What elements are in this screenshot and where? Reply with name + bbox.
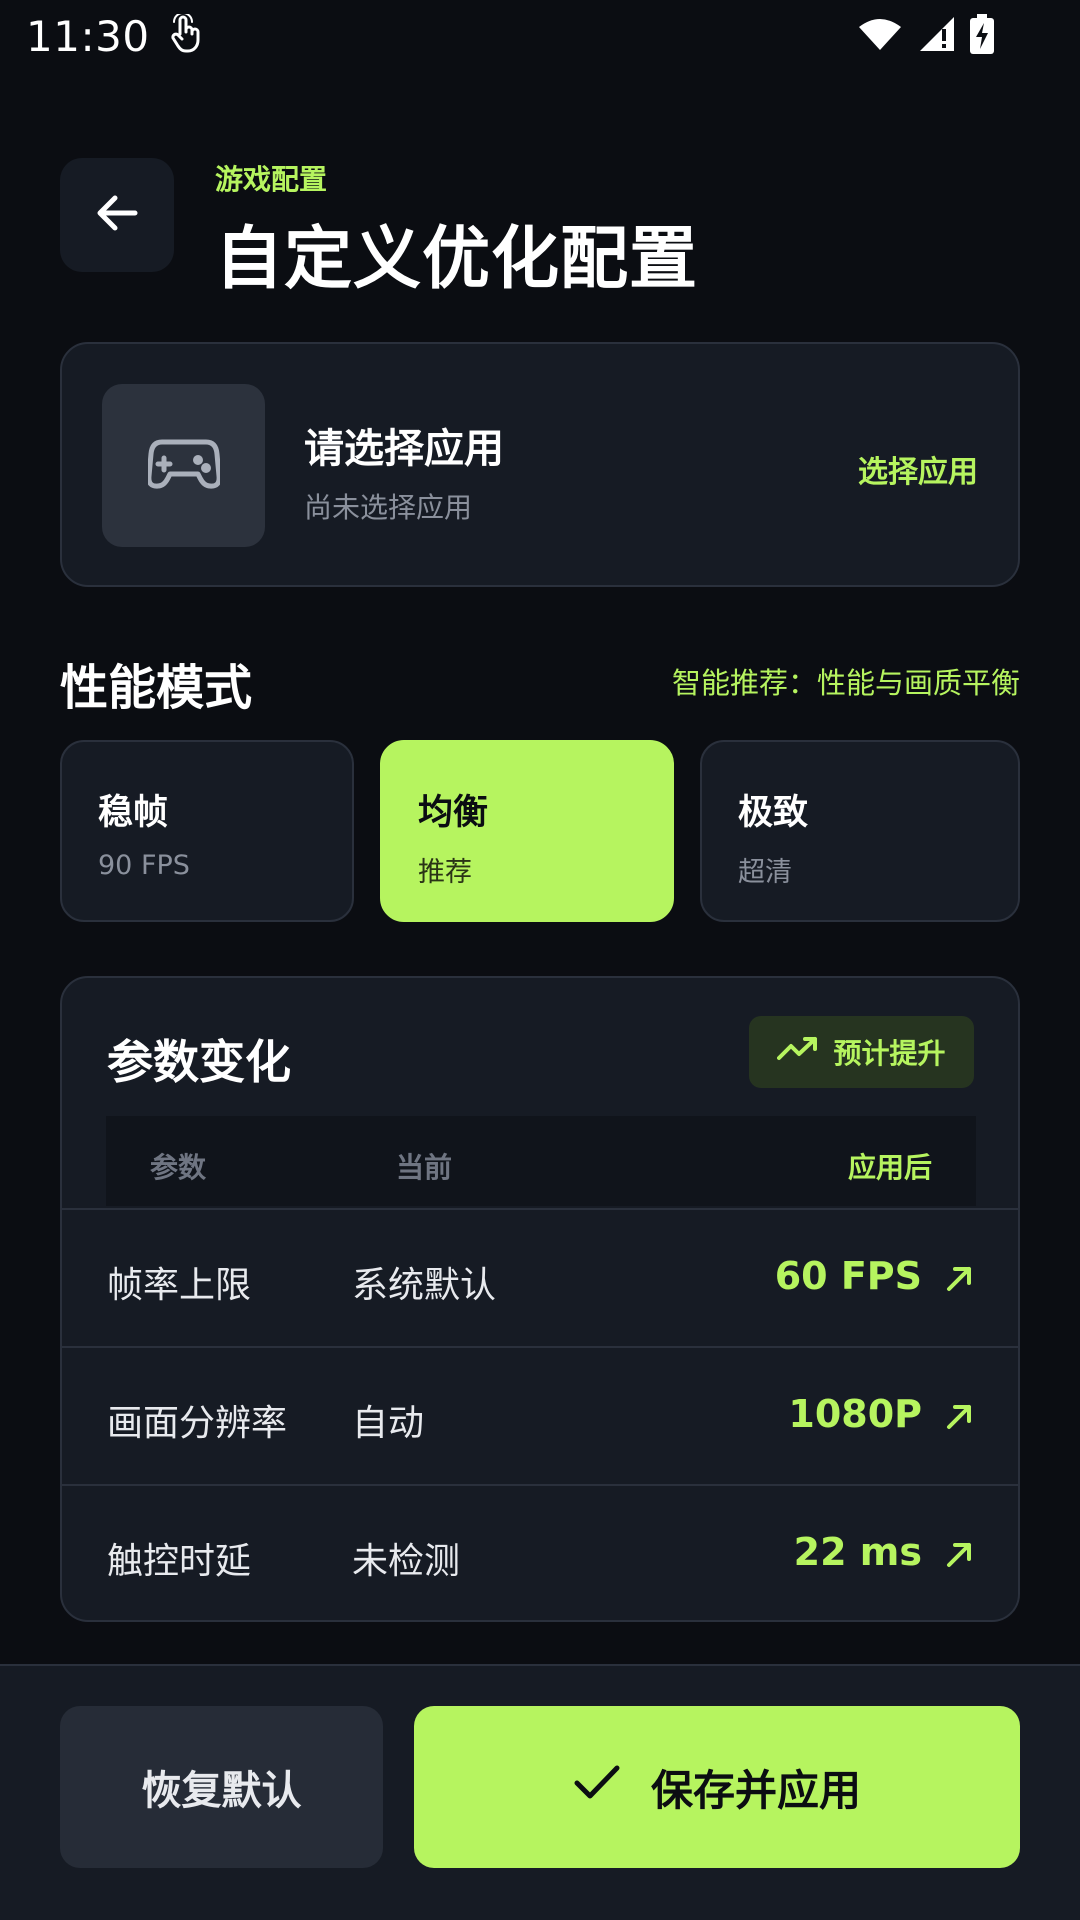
page-header: 游戏配置 自定义优化配置 (60, 158, 1020, 299)
col-after: 应用后 (847, 1151, 932, 1184)
touch-icon (168, 12, 202, 58)
page-title: 自定义优化配置 (215, 220, 699, 299)
mode-sub: 推荐 (418, 857, 472, 888)
param-name: 触控时延 (107, 1541, 252, 1582)
table-row: 画面分辨率 自动 1080P (62, 1346, 1018, 1484)
mode-extreme[interactable]: 极致 超清 (700, 740, 1020, 922)
arrow-up-right-icon (944, 1402, 974, 1432)
mode-stable[interactable]: 稳帧 90 FPS (60, 740, 354, 922)
arrow-left-icon (93, 189, 141, 241)
save-apply-button[interactable]: 保存并应用 (414, 1706, 1020, 1868)
param-changes-title: 参数变化 (107, 1035, 291, 1089)
param-name: 画面分辨率 (107, 1403, 288, 1444)
param-current: 系统默认 (352, 1265, 497, 1306)
app-thumbnail (102, 384, 265, 547)
table-row: 触控时延 未检测 22 ms (62, 1484, 1018, 1620)
param-name: 帧率上限 (107, 1265, 252, 1306)
performance-mode-selector: 稳帧 90 FPS 均衡 推荐 极致 超清 (60, 740, 1020, 922)
param-current: 未检测 (352, 1541, 461, 1582)
back-button[interactable] (60, 158, 174, 272)
mode-name: 均衡 (418, 793, 489, 833)
mode-sub: 90 FPS (98, 850, 190, 881)
expected-boost-label: 预计提升 (833, 1037, 946, 1070)
status-bar: 11:30 (0, 0, 1080, 72)
arrow-up-right-icon (944, 1540, 974, 1570)
arrow-up-right-icon (944, 1264, 974, 1294)
performance-mode-title: 性能模式 (60, 660, 253, 716)
wifi-icon (858, 17, 902, 55)
col-param: 参数 (150, 1151, 207, 1184)
app-name: 请选择应用 (304, 426, 504, 472)
smart-recommendation: 智能推荐：性能与画质平衡 (671, 666, 1020, 700)
param-table-header: 参数 当前 应用后 (106, 1116, 976, 1206)
bottom-action-bar: 恢复默认 保存并应用 (0, 1664, 1080, 1920)
check-icon (573, 1762, 621, 1812)
app-select-card[interactable]: 请选择应用 尚未选择应用 选择应用 (60, 342, 1020, 587)
expected-boost-badge: 预计提升 (749, 1016, 974, 1088)
battery-charging-icon (970, 14, 994, 58)
param-after: 22 ms (793, 1530, 922, 1574)
mode-balanced[interactable]: 均衡 推荐 (380, 740, 674, 922)
app-status: 尚未选择应用 (304, 491, 473, 524)
select-app-button[interactable]: 选择应用 (858, 447, 978, 491)
mode-name: 稳帧 (98, 793, 169, 833)
col-current: 当前 (396, 1151, 453, 1184)
param-after: 60 FPS (774, 1254, 922, 1298)
table-row: 帧率上限 系统默认 60 FPS (62, 1208, 1018, 1346)
save-apply-label: 保存并应用 (650, 1765, 861, 1815)
reset-default-label: 恢复默认 (141, 1768, 302, 1814)
gamepad-icon (145, 438, 222, 494)
param-changes-card: 参数变化 预计提升 参数 当前 应用后 帧率上限 系统默认 60 FPS 画面分… (60, 976, 1020, 1622)
signal-icon (916, 15, 956, 57)
mode-name: 极致 (738, 793, 809, 833)
trending-up-icon (777, 1036, 819, 1069)
mode-sub: 超清 (738, 857, 792, 888)
status-time: 11:30 (26, 11, 150, 61)
param-current: 自动 (352, 1403, 425, 1444)
reset-default-button[interactable]: 恢复默认 (60, 1706, 383, 1868)
breadcrumb: 游戏配置 (215, 163, 328, 196)
param-after: 1080P (788, 1392, 922, 1436)
